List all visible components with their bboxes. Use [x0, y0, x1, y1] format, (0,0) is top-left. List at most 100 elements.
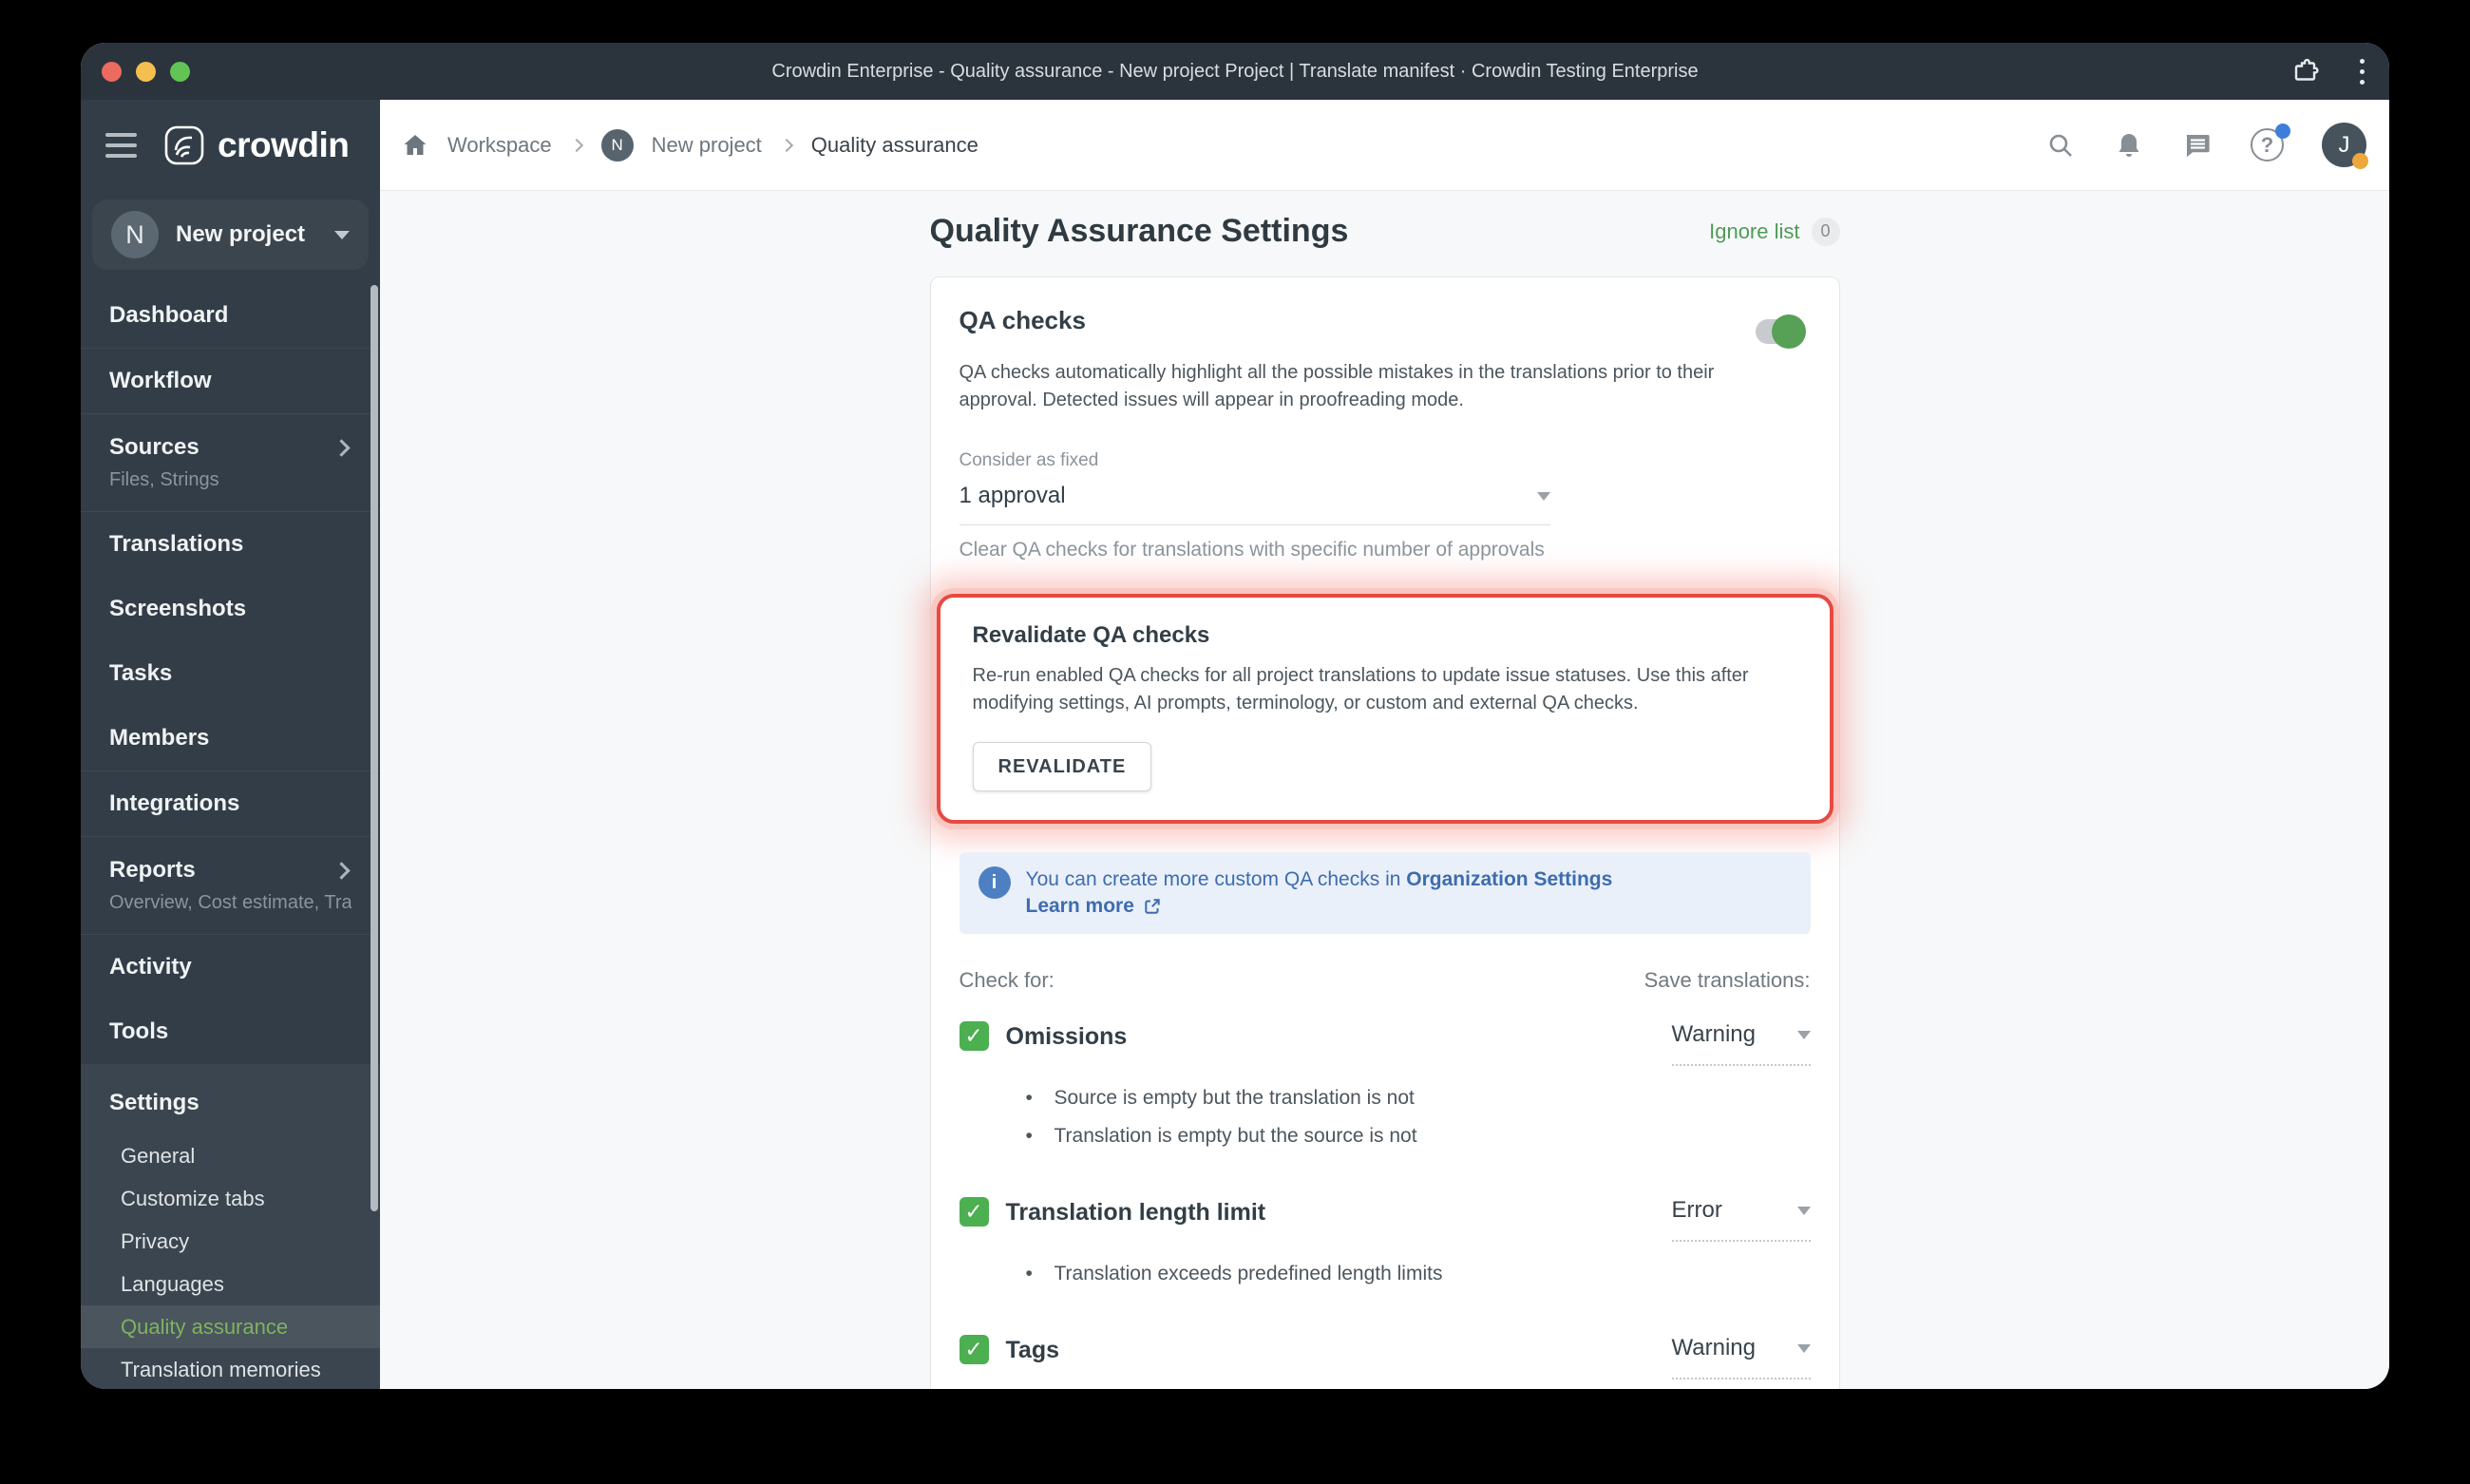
sidebar-item-translations[interactable]: Translations	[81, 512, 380, 577]
browser-window: Crowdin Enterprise - Quality assurance -…	[81, 43, 2389, 1389]
sidebar-item-settings[interactable]: Settings	[81, 1072, 380, 1134]
select-caret-icon	[1796, 1343, 1811, 1353]
sidebar-settings-item-customize-tabs[interactable]: Customize tabs	[81, 1177, 380, 1220]
sidebar-item-tools[interactable]: Tools	[81, 999, 380, 1064]
bullet-dot: •	[1025, 1125, 1033, 1147]
sidebar-item-reports[interactable]: Reports Overview, Cost estimate, Tran…	[81, 837, 380, 934]
note-text: You can create more custom QA checks in	[1025, 868, 1401, 890]
qa-settings-card: QA checks QA checks automatically highli…	[929, 276, 1840, 1389]
external-link-icon	[1145, 899, 1160, 914]
sidebar-nav-group: Sources Files, Strings	[81, 414, 380, 512]
sidebar-settings-item-translation-memories[interactable]: Translation memories	[81, 1348, 380, 1389]
minimize-window-button[interactable]	[136, 61, 156, 82]
sidebar-nav-group: Dashboard	[81, 283, 380, 349]
ignore-list-link[interactable]: Ignore list 0	[1709, 217, 1840, 246]
check-label: Omissions	[1005, 1023, 1128, 1050]
breadcrumb-item-new-project[interactable]: New project	[652, 133, 762, 158]
qa-checks-toggle[interactable]	[1755, 314, 1806, 349]
breadcrumb-item-workspace[interactable]: Workspace	[447, 133, 552, 158]
breadcrumb-item-quality-assurance: Quality assurance	[810, 132, 978, 157]
revalidate-button[interactable]: REVALIDATE	[972, 742, 1152, 791]
extensions-icon[interactable]	[2291, 57, 2320, 86]
search-icon[interactable]	[2045, 130, 2076, 161]
sidebar-settings-item-privacy[interactable]: Privacy	[81, 1220, 380, 1263]
sidebar-item-label: Dashboard	[109, 302, 229, 328]
sidebar-item-workflow[interactable]: Workflow	[81, 349, 380, 413]
save-translations-label: Save translations:	[1644, 968, 1811, 992]
ignore-list-count: 0	[1811, 217, 1840, 246]
severity-select-omissions[interactable]: Warning	[1671, 1021, 1811, 1066]
browser-tab-title: Crowdin Enterprise - Quality assurance -…	[771, 60, 1699, 82]
consider-as-fixed-label: Consider as fixed	[959, 450, 1099, 470]
sidebar-settings-item-general[interactable]: General	[81, 1134, 380, 1177]
home-icon[interactable]	[401, 131, 429, 160]
select-caret-icon	[1796, 1030, 1811, 1039]
browser-menu-icon[interactable]	[2360, 58, 2365, 85]
sidebar-item-label: Sources	[109, 434, 200, 460]
sidebar-settings-block: Settings General Customize tabs Privacy Lan…	[81, 1064, 380, 1389]
chevron-right-icon	[332, 861, 351, 880]
sidebar-settings-item-languages[interactable]: Languages	[81, 1263, 380, 1305]
checkbox-checked-icon[interactable]: ✓	[959, 1197, 989, 1227]
bullet-text: Translation exceeds predefined length li…	[1054, 1263, 1443, 1284]
presence-dot	[2352, 153, 2368, 169]
checkbox-checked-icon[interactable]: ✓	[959, 1021, 989, 1051]
sidebar-item-sources[interactable]: Sources Files, Strings	[81, 414, 380, 511]
sidebar-item-label: Reports	[109, 857, 196, 883]
sidebar-item-tasks[interactable]: Tasks	[81, 641, 380, 706]
note-org-settings[interactable]: Organization Settings	[1406, 868, 1612, 890]
user-avatar[interactable]: J	[2322, 123, 2368, 169]
sidebar-nav: Dashboard Workflow Sources Files, Strings Tr…	[81, 283, 380, 1064]
sidebar-nav-group: Reports Overview, Cost estimate, Tran…	[81, 837, 380, 935]
severity-value: Warning	[1671, 1335, 1756, 1360]
select-caret-icon	[1536, 491, 1550, 501]
bullet-text: Translation is empty but the source is n…	[1054, 1125, 1417, 1147]
sidebar: crowdin N New project Dashboard Workflow S…	[81, 100, 380, 1389]
severity-value: Error	[1671, 1197, 1722, 1223]
sidebar-item-members[interactable]: Members	[81, 706, 380, 771]
sidebar-item-activity[interactable]: Activity	[81, 935, 380, 999]
sidebar-item-subtitle: Files, Strings	[109, 469, 219, 490]
project-switcher[interactable]: N New project	[92, 200, 369, 270]
sidebar-scrollbar[interactable]	[370, 285, 378, 1211]
revalidate-title: Revalidate QA checks	[972, 622, 1210, 648]
info-icon: i	[978, 866, 1011, 899]
bullet-text: Source is empty but the translation is n…	[1054, 1087, 1415, 1109]
severity-value: Warning	[1671, 1021, 1756, 1047]
crowdin-logo[interactable]: crowdin	[163, 124, 350, 166]
sidebar-item-label: Activity	[109, 954, 192, 980]
bullet-dot: •	[1025, 1263, 1033, 1284]
check-row-tags: ✓TagsWarning•Inconsistent tags in the so…	[959, 1335, 1811, 1389]
check-for-label: Check for:	[959, 968, 1054, 992]
consider-as-fixed-select[interactable]: 1 approval	[959, 483, 1550, 525]
check-label: Tags	[1005, 1337, 1060, 1363]
sidebar-item-label: Members	[109, 725, 210, 751]
crowdin-logo-icon	[164, 125, 204, 164]
check-row-translation-length-limit: ✓ Translation length limit Error • Translati…	[959, 1197, 1811, 1293]
sidebar-item-label: Translations	[109, 531, 244, 557]
severity-select-translation-length-limit[interactable]: Error	[1671, 1197, 1811, 1242]
qa-checks-description: QA checks automatically highlight all th…	[959, 362, 1715, 410]
browser-titlebar: Crowdin Enterprise - Quality assurance -…	[81, 43, 2389, 100]
sidebar-item-subtitle: Overview, Cost estimate, Tran…	[109, 892, 352, 913]
zoom-window-button[interactable]	[170, 61, 190, 82]
messages-icon[interactable]	[2182, 130, 2213, 161]
check-bullet: • Source is empty but the translation is …	[1026, 1079, 1811, 1117]
sidebar-nav-group: Integrations	[81, 771, 380, 837]
page-title: Quality Assurance Settings	[929, 213, 1349, 249]
learn-more-link[interactable]: Learn more	[1026, 893, 1162, 920]
sidebar-settings-item-quality-assurance[interactable]: Quality assurance	[81, 1305, 380, 1348]
sidebar-item-screenshots[interactable]: Screenshots	[81, 577, 380, 641]
content-area: Quality Assurance Settings Ignore list 0…	[380, 190, 2389, 1389]
notifications-bell-icon[interactable]	[2114, 130, 2144, 161]
menu-icon[interactable]	[105, 132, 137, 158]
help-icon[interactable]: ?	[2251, 124, 2290, 162]
checkbox-checked-icon[interactable]: ✓	[959, 1335, 989, 1364]
sidebar-item-dashboard[interactable]: Dashboard	[81, 283, 380, 348]
sidebar-item-integrations[interactable]: Integrations	[81, 771, 380, 836]
bullet-dot: •	[1025, 1087, 1033, 1109]
sidebar-item-label: Tools	[109, 1018, 169, 1044]
severity-select-tags[interactable]: Warning	[1671, 1335, 1811, 1379]
chevron-down-icon	[334, 230, 350, 239]
close-window-button[interactable]	[102, 61, 122, 82]
